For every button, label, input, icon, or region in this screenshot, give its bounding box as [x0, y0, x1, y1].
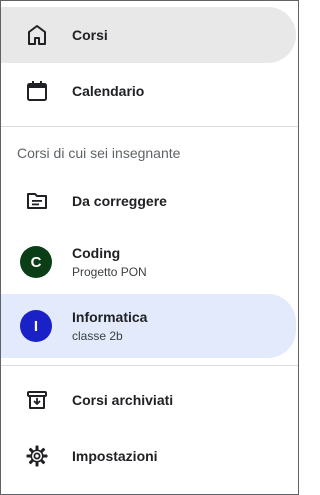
nav-item-courses[interactable]: Corsi — [1, 7, 296, 63]
course-avatar-initial: C — [30, 253, 42, 271]
course-subtitle: classe 2b — [72, 329, 123, 343]
course-name: Coding — [72, 245, 121, 261]
nav-item-calendar[interactable]: Calendario — [1, 63, 296, 119]
nav-item-to-review[interactable]: Da correggere — [1, 173, 296, 229]
course-subtitle: Progetto PON — [72, 265, 147, 279]
nav-item-archived-label: Corsi archiviati — [72, 392, 174, 408]
course-avatar-initial: I — [33, 317, 39, 335]
nav-item-settings-label: Impostazioni — [72, 448, 158, 464]
archive-icon — [25, 388, 49, 412]
divider — [1, 126, 298, 127]
navigation-drawer: Corsi Calendario Corsi di cui sei insegn… — [0, 0, 299, 495]
nav-item-calendar-label: Calendario — [72, 83, 145, 99]
nav-item-archived[interactable]: Corsi archiviati — [1, 372, 296, 428]
calendar-icon — [25, 79, 49, 103]
course-item-informatica[interactable]: I Informatica classe 2b — [1, 294, 296, 358]
nav-item-courses-label: Corsi — [72, 27, 108, 43]
section-title: Corsi di cui sei insegnante — [17, 145, 181, 161]
course-avatar: I — [20, 310, 52, 342]
nav-item-settings[interactable]: Impostazioni — [1, 428, 296, 484]
nav-item-to-review-label: Da correggere — [72, 193, 167, 209]
home-icon — [25, 23, 49, 47]
gear-icon — [25, 444, 49, 468]
course-item-coding[interactable]: C Coding Progetto PON — [1, 230, 296, 294]
divider — [1, 365, 298, 366]
folder-list-icon — [25, 189, 49, 213]
course-name: Informatica — [72, 309, 148, 325]
course-avatar: C — [20, 246, 52, 278]
